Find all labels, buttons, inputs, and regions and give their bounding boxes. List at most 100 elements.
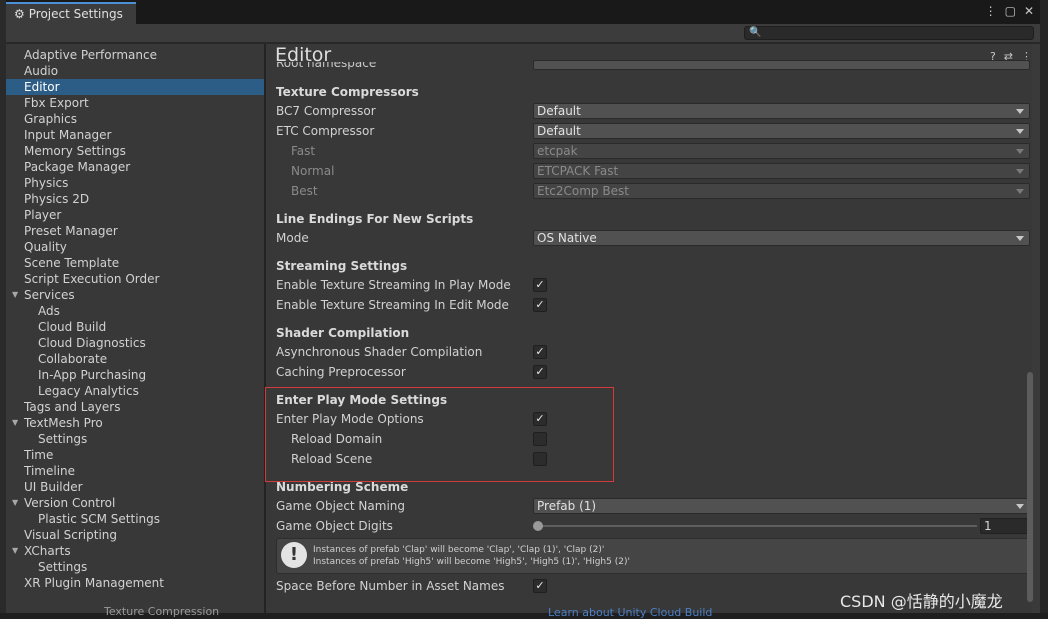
game-object-naming-dropdown[interactable]: Prefab (1) (533, 498, 1030, 514)
sidebar-item[interactable]: Package Manager (6, 159, 264, 175)
normal-label: Normal (291, 164, 335, 178)
search-input[interactable]: 🔍 (744, 26, 1034, 40)
reload-domain-checkbox[interactable] (533, 432, 547, 446)
sidebar-item[interactable]: Settings (6, 559, 264, 575)
chevron-down-icon (1016, 109, 1024, 114)
scrollbar-thumb[interactable] (1027, 372, 1033, 602)
digits-slider-track[interactable] (537, 525, 977, 527)
sidebar-item[interactable]: Physics 2D (6, 191, 264, 207)
sidebar-item[interactable]: ▼ Services (6, 287, 264, 303)
sidebar-item[interactable]: UI Builder (6, 479, 264, 495)
sidebar-item[interactable]: ▼ Version Control (6, 495, 264, 511)
sidebar-item-label: Memory Settings (24, 144, 126, 158)
expand-arrow-icon[interactable]: ▼ (12, 543, 18, 559)
sidebar-item[interactable]: ▼ TextMesh Pro (6, 415, 264, 431)
sidebar-item[interactable]: Visual Scripting (6, 527, 264, 543)
sidebar-item-label: Services (24, 288, 75, 302)
chevron-down-icon (1016, 169, 1024, 174)
sidebar-item[interactable]: Quality (6, 239, 264, 255)
expand-arrow-icon[interactable]: ▼ (12, 415, 18, 431)
warning-icon: ! (281, 542, 307, 568)
sidebar-item-label: Fbx Export (24, 96, 89, 110)
more-menu-icon[interactable]: ⋮ (985, 4, 997, 18)
texture-compressors-header: Texture Compressors (276, 85, 419, 99)
window-controls: ⋮ ▢ ✕ (985, 4, 1034, 18)
maximize-icon[interactable]: ▢ (1005, 4, 1016, 18)
close-icon[interactable]: ✕ (1024, 4, 1034, 18)
project-settings-tab[interactable]: ⚙ Project Settings (6, 2, 136, 24)
digits-slider-handle[interactable] (533, 521, 543, 531)
space-before-number-checkbox[interactable]: ✓ (533, 579, 547, 593)
dropdown-value: Prefab (1) (537, 499, 597, 513)
sidebar-item[interactable]: Cloud Diagnostics (6, 335, 264, 351)
sidebar-item[interactable]: Memory Settings (6, 143, 264, 159)
mode-label: Mode (276, 231, 309, 245)
sidebar-item[interactable]: Time (6, 447, 264, 463)
sidebar-item[interactable]: Editor (6, 79, 264, 95)
numbering-scheme-header: Numbering Scheme (276, 480, 409, 494)
root-namespace-field[interactable] (533, 60, 1030, 70)
sidebar-item[interactable]: Timeline (6, 463, 264, 479)
texture-streaming-edit-checkbox[interactable]: ✓ (533, 298, 547, 312)
sidebar-item-label: Graphics (24, 112, 77, 126)
sidebar-item-label: Adaptive Performance (24, 48, 157, 62)
sidebar-item[interactable]: Legacy Analytics (6, 383, 264, 399)
best-dropdown: Etc2Comp Best (533, 183, 1030, 199)
caching-preprocessor-checkbox[interactable]: ✓ (533, 365, 547, 379)
sidebar-item[interactable]: Preset Manager (6, 223, 264, 239)
line-endings-mode-dropdown[interactable]: OS Native (533, 230, 1030, 246)
sidebar-item-label: Physics 2D (24, 192, 90, 206)
project-settings-window: ⚙ Project Settings ⋮ ▢ ✕ 🔍 Adaptive Perf… (6, 0, 1040, 613)
sidebar-item-label: In-App Purchasing (38, 368, 147, 382)
sidebar-item-label: TextMesh Pro (24, 416, 103, 430)
sidebar-item[interactable]: Graphics (6, 111, 264, 127)
shader-compilation-header: Shader Compilation (276, 326, 410, 340)
chevron-down-icon (1016, 189, 1024, 194)
sidebar-item[interactable]: Cloud Build (6, 319, 264, 335)
background-texture-compression-text: Texture Compression (104, 605, 220, 618)
sidebar-item-label: Settings (38, 432, 88, 446)
sidebar-item-label: Plastic SCM Settings (38, 512, 161, 526)
bc7-compressor-dropdown[interactable]: Default (533, 103, 1030, 119)
texture-streaming-edit-label: Enable Texture Streaming In Edit Mode (276, 298, 509, 312)
sidebar-item[interactable]: Fbx Export (6, 95, 264, 111)
best-label: Best (291, 184, 318, 198)
search-icon: 🔍 (749, 27, 762, 38)
sidebar-item-label: XR Plugin Management (24, 576, 164, 590)
sidebar-item[interactable]: Adaptive Performance (6, 47, 264, 63)
vertical-scrollbar[interactable] (1032, 44, 1040, 613)
enter-play-mode-options-checkbox[interactable]: ✓ (533, 412, 547, 426)
help-box: ! Instances of prefab 'Clap' will become… (276, 538, 1031, 574)
background-cloud-build-link[interactable]: Learn about Unity Cloud Build (548, 606, 712, 619)
sidebar-item[interactable]: Scene Template (6, 255, 264, 271)
sidebar-item[interactable]: XR Plugin Management (6, 575, 264, 591)
etc-compressor-dropdown[interactable]: Default (533, 123, 1030, 139)
sidebar-item-label: Cloud Diagnostics (38, 336, 146, 350)
sidebar-item[interactable]: Player (6, 207, 264, 223)
sidebar-item[interactable]: Audio (6, 63, 264, 79)
chevron-down-icon (1016, 129, 1024, 134)
reload-scene-checkbox[interactable] (533, 452, 547, 466)
expand-arrow-icon[interactable]: ▼ (12, 287, 18, 303)
space-before-number-label: Space Before Number in Asset Names (276, 579, 505, 593)
sidebar-item-label: Settings (38, 560, 88, 574)
sidebar-item-label: Script Execution Order (24, 272, 160, 286)
dropdown-value: ETCPACK Fast (537, 164, 619, 178)
texture-streaming-play-checkbox[interactable]: ✓ (533, 278, 547, 292)
sidebar-item[interactable]: Collaborate (6, 351, 264, 367)
sidebar-item[interactable]: In-App Purchasing (6, 367, 264, 383)
sidebar-item-label: Collaborate (38, 352, 108, 366)
sidebar-item[interactable]: Tags and Layers (6, 399, 264, 415)
sidebar-item[interactable]: Physics (6, 175, 264, 191)
sidebar-item[interactable]: Settings (6, 431, 264, 447)
async-shader-checkbox[interactable]: ✓ (533, 345, 547, 359)
sidebar-item-label: Editor (24, 80, 60, 94)
sidebar-item[interactable]: Plastic SCM Settings (6, 511, 264, 527)
dropdown-value: OS Native (537, 231, 597, 245)
sidebar-item[interactable]: Script Execution Order (6, 271, 264, 287)
sidebar-item[interactable]: ▼ XCharts (6, 543, 264, 559)
sidebar-item[interactable]: Input Manager (6, 127, 264, 143)
expand-arrow-icon[interactable]: ▼ (12, 495, 18, 511)
digits-number-field[interactable]: 1 (980, 518, 1030, 534)
sidebar-item[interactable]: Ads (6, 303, 264, 319)
